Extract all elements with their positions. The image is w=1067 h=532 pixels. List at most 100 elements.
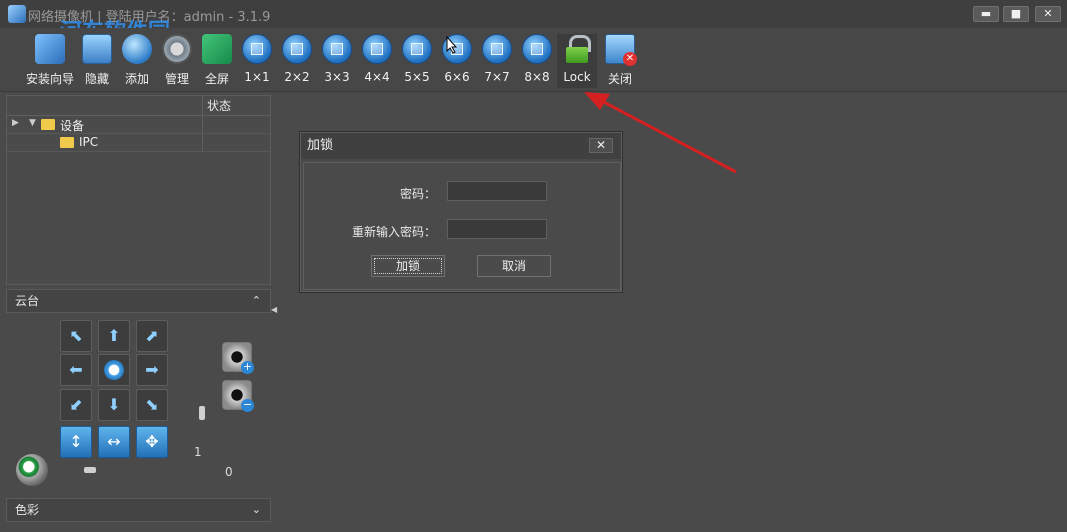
grid-8x8-icon — [522, 34, 552, 64]
dialog-body: 密码： 重新输入密码： 加锁 取消 — [303, 162, 621, 290]
dialog-title-bar: 加锁 ✕ — [301, 133, 621, 159]
ptz-down-right-button[interactable]: ⬊ — [136, 389, 168, 421]
wizard-icon — [35, 34, 65, 64]
color-title: 色彩 — [15, 503, 40, 517]
add-icon — [122, 34, 152, 64]
dialog-title: 加锁 — [307, 138, 334, 153]
grid-5x5-icon — [402, 34, 432, 64]
dialog-close-button[interactable]: ✕ — [589, 138, 613, 153]
password-field[interactable] — [447, 181, 547, 201]
vertical-slider-thumb[interactable] — [199, 406, 205, 420]
toolbar-label: 7×7 — [484, 70, 510, 84]
collapse-arrow-icon[interactable]: ▼ — [29, 118, 36, 128]
tree-header: 状态 — [7, 96, 270, 116]
ptz-all-scan-button[interactable]: ✥ — [136, 426, 168, 458]
close-app-icon: ✕ — [605, 34, 637, 66]
toolbar-label: 6×6 — [444, 70, 470, 84]
toolbar: 安装向导 隐藏 添加 管理 全屏 1×1 2×2 3×3 4×4 5×5 6×6 — [0, 28, 1067, 92]
ptz-down-left-button[interactable]: ⬋ — [60, 389, 92, 421]
horizontal-slider-thumb[interactable] — [84, 467, 96, 473]
lock-confirm-button[interactable]: 加锁 — [371, 255, 445, 277]
fullscreen-icon — [202, 34, 232, 64]
tree-item-label: IPC — [79, 135, 99, 149]
grid-2x2-icon — [282, 34, 312, 64]
ptz-left-button[interactable]: ⬅ — [60, 354, 92, 386]
chevron-down-icon[interactable]: ⌄ — [252, 499, 261, 521]
toolbar-label: 添加 — [124, 72, 149, 86]
lock-button[interactable]: Lock — [557, 34, 597, 88]
magnifier-icon[interactable] — [16, 454, 48, 486]
toolbar-label: 管理 — [164, 72, 189, 86]
ptz-down-button[interactable]: ⬇ — [98, 389, 130, 421]
expand-arrow-icon[interactable]: ▶ — [12, 118, 19, 128]
toolbar-label: Lock — [563, 70, 591, 84]
ptz-vertical-scan-button[interactable]: ↕ — [60, 426, 92, 458]
layout-5x5-button[interactable]: 5×5 — [397, 34, 437, 88]
layout-7x7-button[interactable]: 7×7 — [477, 34, 517, 88]
lock-icon — [562, 34, 592, 64]
ptz-horizontal-scan-button[interactable]: ↔ — [98, 426, 130, 458]
toolbar-label: 1×1 — [244, 70, 270, 84]
zoom-in-camera-button[interactable]: + — [222, 342, 254, 374]
toolbar-label: 关闭 — [607, 72, 632, 86]
layout-1x1-button[interactable]: 1×1 — [237, 34, 277, 88]
maximize-button[interactable]: ■ — [1003, 6, 1029, 22]
vertical-slider-value: 1 — [194, 445, 202, 459]
ptz-stop-button[interactable] — [98, 354, 130, 386]
grid-7x7-icon — [482, 34, 512, 64]
ptz-right-button[interactable]: ➡ — [136, 354, 168, 386]
mouse-cursor-icon — [446, 36, 458, 54]
manage-button[interactable]: 管理 — [157, 34, 197, 88]
grid-4x4-icon — [362, 34, 392, 64]
tree-row-ipc[interactable]: IPC — [7, 134, 270, 152]
minimize-button[interactable]: ▬ — [973, 6, 999, 22]
hide-icon — [82, 34, 112, 64]
tree-item-label: 设备 — [60, 119, 85, 133]
grid-3x3-icon — [322, 34, 352, 64]
lock-dialog: 加锁 ✕ 密码： 重新输入密码： 加锁 取消 — [299, 131, 623, 293]
fullscreen-button[interactable]: 全屏 — [197, 34, 237, 88]
layout-8x8-button[interactable]: 8×8 — [517, 34, 557, 88]
folder-icon — [41, 119, 55, 130]
close-app-button[interactable]: ✕ 关闭 — [600, 34, 640, 88]
tree-row-devices[interactable]: ▶ ▼ 设备 — [7, 116, 270, 134]
toolbar-label: 全屏 — [204, 72, 229, 86]
toolbar-label: 4×4 — [364, 70, 390, 84]
toolbar-label: 隐藏 — [84, 72, 109, 86]
toolbar-label: 安装向导 — [26, 72, 75, 86]
layout-2x2-button[interactable]: 2×2 — [277, 34, 317, 88]
layout-3x3-button[interactable]: 3×3 — [317, 34, 357, 88]
chevron-up-icon[interactable]: ⌃ — [252, 290, 261, 312]
toolbar-label: 3×3 — [324, 70, 350, 84]
close-window-button[interactable]: ✕ — [1035, 6, 1061, 22]
confirm-password-label: 重新输入密码： — [351, 225, 436, 239]
cancel-button[interactable]: 取消 — [477, 255, 551, 277]
layout-4x4-button[interactable]: 4×4 — [357, 34, 397, 88]
title-bar: 网络摄像机 | 登陆用户名：admin - 3.1.9 河东软件园 ▬ ■ ✕ — [0, 0, 1067, 45]
ptz-title: 云台 — [15, 294, 40, 308]
grid-1x1-icon — [242, 34, 272, 64]
ptz-panel-header[interactable]: 云台 ⌃ — [6, 289, 271, 313]
vertical-slider[interactable] — [199, 326, 205, 436]
toolbar-label: 2×2 — [284, 70, 310, 84]
toolbar-label: 5×5 — [404, 70, 430, 84]
password-label: 密码： — [399, 187, 436, 201]
color-panel-header[interactable]: 色彩 ⌄ — [6, 498, 271, 522]
toolbar-label: 8×8 — [524, 70, 550, 84]
horizontal-slider-value: 0 — [225, 465, 233, 479]
app-icon — [8, 5, 26, 23]
confirm-password-field[interactable] — [447, 219, 547, 239]
ptz-controls: ⬉ ⬆ ⬈ ⬅ ➡ ⬋ ⬇ ⬊ ↕ ↔ ✥ 1 + − 0 — [6, 312, 271, 492]
zoom-out-camera-button[interactable]: − — [222, 380, 254, 412]
add-button[interactable]: 添加 — [117, 34, 157, 88]
install-wizard-button[interactable]: 安装向导 — [26, 34, 75, 88]
hide-button[interactable]: 隐藏 — [77, 34, 117, 88]
collapse-side-icon[interactable]: ◀ — [271, 305, 277, 317]
ptz-up-right-button[interactable]: ⬈ — [136, 320, 168, 352]
device-tree: 状态 ▶ ▼ 设备 IPC — [6, 95, 271, 285]
ptz-up-button[interactable]: ⬆ — [98, 320, 130, 352]
horizontal-slider[interactable] — [72, 467, 218, 473]
status-column-header: 状态 — [202, 96, 270, 116]
ptz-up-left-button[interactable]: ⬉ — [60, 320, 92, 352]
folder-icon — [60, 137, 74, 148]
